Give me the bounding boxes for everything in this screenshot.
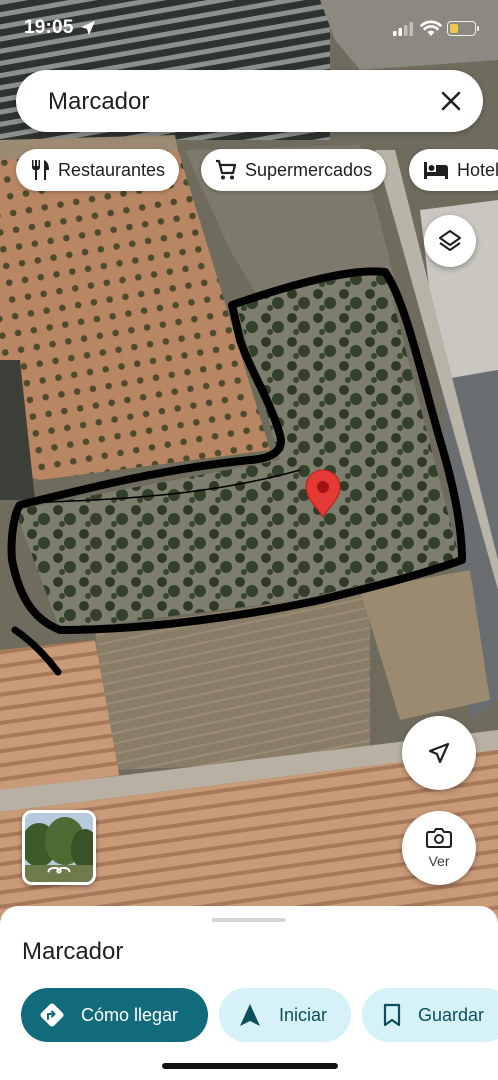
view-label: Ver [428,853,450,869]
status-time: 19:05 [24,17,74,38]
battery-icon [447,21,476,36]
place-sheet[interactable]: Marcador Cómo llegar Iniciar Guardar [0,906,498,1080]
drag-handle[interactable] [212,918,286,922]
chip-hotels[interactable]: Hotel [409,149,498,191]
save-button[interactable]: Guardar [362,988,498,1042]
chip-label: Supermercados [245,159,373,180]
satellite-imagery [0,0,498,930]
close-icon[interactable] [437,87,465,115]
cellular-signal-icon [393,22,413,36]
street-view-thumbnail[interactable] [22,810,96,885]
home-indicator [162,1063,338,1069]
wifi-icon [420,20,442,36]
navigation-arrow-icon [428,742,450,764]
my-location-button[interactable] [402,716,476,790]
chip-label: Hotel [457,159,498,180]
start-button[interactable]: Iniciar [219,988,351,1042]
chip-restaurants[interactable]: Restaurantes [16,149,180,191]
street-view-preview [25,813,93,882]
fork-knife-icon [32,160,49,180]
battery-level [449,23,458,33]
directions-label: Cómo llegar [81,1004,179,1025]
satellite-map[interactable] [0,0,498,930]
directions-button[interactable]: Cómo llegar [21,988,208,1042]
layers-icon [439,230,461,251]
chip-label: Restaurantes [58,159,166,180]
chip-supermarkets[interactable]: Supermercados [201,149,387,191]
view-button[interactable]: Ver [402,811,476,885]
status-bar: 19:05 [0,0,498,58]
place-title: Marcador [22,938,124,965]
camera-icon [426,828,452,848]
search-bar[interactable]: Marcador [16,70,483,132]
shopping-cart-icon [216,159,237,180]
bookmark-icon [383,1003,401,1027]
save-label: Guardar [418,1004,485,1025]
bed-icon [424,162,448,179]
search-input[interactable]: Marcador [48,88,149,116]
start-label: Iniciar [279,1004,328,1025]
directions-icon [40,1003,64,1027]
navigation-start-icon [240,1004,260,1026]
location-arrow-icon [81,21,95,35]
layers-button[interactable] [424,215,476,267]
